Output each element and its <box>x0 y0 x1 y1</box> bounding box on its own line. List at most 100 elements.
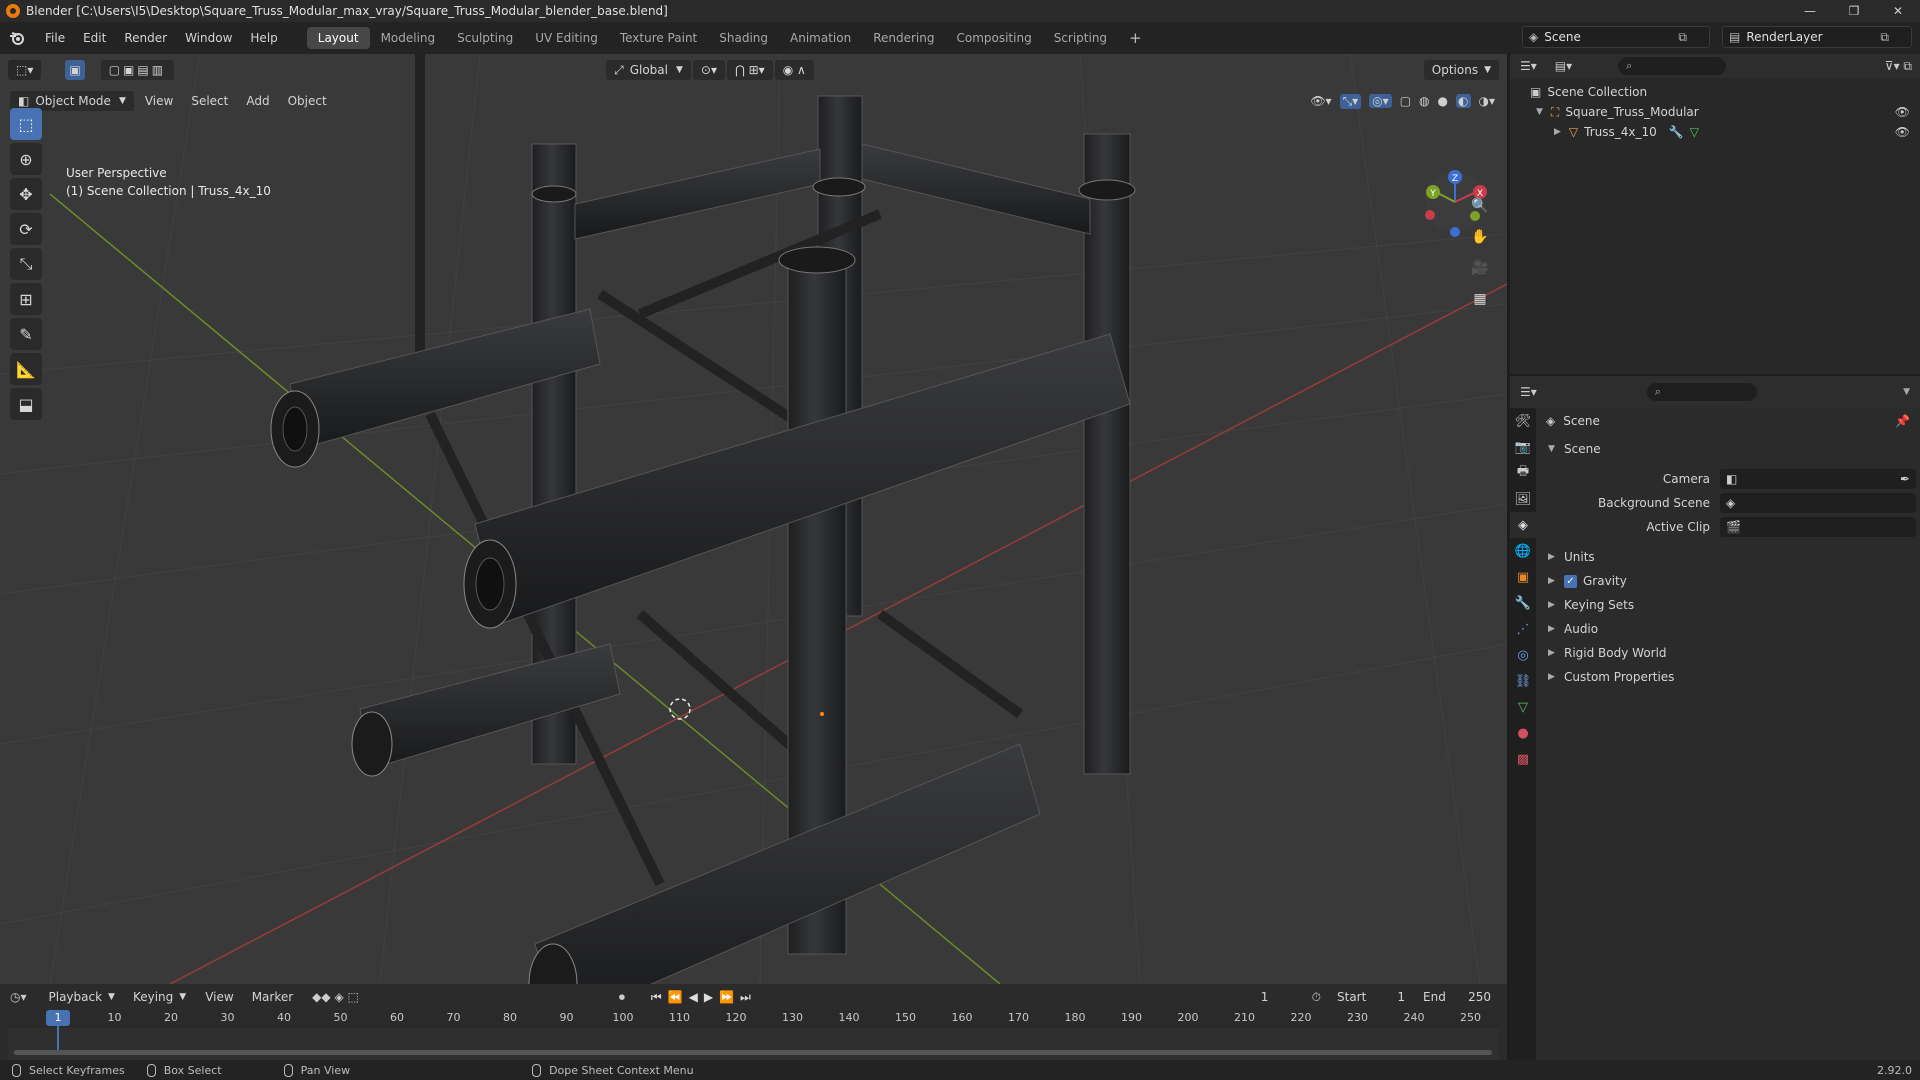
playback-controls[interactable]: ⏮⏪◀▶⏩⏭ <box>651 990 757 1005</box>
zoom-button[interactable]: 🔍 <box>1466 192 1494 220</box>
rendered-shading-icon[interactable]: ◑▾ <box>1479 94 1496 108</box>
scene-selector[interactable]: ◈ Scene ⧉ <box>1522 26 1710 48</box>
new-scene-icon[interactable]: ⧉ <box>1678 30 1687 45</box>
outliner-row-scene-collection[interactable]: ▣ Scene Collection <box>1510 82 1920 102</box>
scale-tool[interactable]: ⤡ <box>10 248 42 280</box>
playhead[interactable]: 1 <box>46 1010 70 1026</box>
move-tool[interactable]: ✥ <box>10 178 42 210</box>
outliner-row-object[interactable]: ▶ ▽ Truss_4x_10 🔧 ▽ 👁 <box>1510 122 1920 142</box>
data-tab[interactable]: ▽ <box>1510 694 1536 720</box>
blender-menu-icon[interactable] <box>8 29 26 47</box>
gravity-checkbox[interactable]: ✓ <box>1564 574 1577 588</box>
tab-layout[interactable]: Layout <box>306 27 370 49</box>
viewport-menu-object[interactable]: Object <box>279 94 336 108</box>
measure-tool[interactable]: 📐 <box>10 353 42 385</box>
start-frame-field[interactable]: Start 1 <box>1329 987 1413 1007</box>
eye-icon[interactable]: 👁 <box>1895 105 1910 119</box>
output-tab[interactable]: 🖶 <box>1510 460 1536 486</box>
render-tab[interactable]: 📷 <box>1510 434 1536 460</box>
active-clip-field[interactable]: 🎬 <box>1720 517 1916 537</box>
add-workspace-button[interactable]: + <box>1118 27 1153 49</box>
constraints-tab[interactable]: ⛓ <box>1510 668 1536 694</box>
view-layer-tab[interactable]: 🖼 <box>1510 486 1536 512</box>
modifier-tab[interactable]: 🔧 <box>1510 590 1536 616</box>
menu-file[interactable]: File <box>36 31 74 45</box>
pin-icon[interactable]: 📌 <box>1895 414 1910 428</box>
menu-window[interactable]: Window <box>176 31 241 45</box>
particles-tab[interactable]: ⋰ <box>1510 616 1536 642</box>
chevron-down-icon[interactable]: ▼ <box>1536 107 1543 117</box>
transform-orientation-dropdown[interactable]: ⤢ Global ▼ <box>606 60 691 80</box>
custom-properties-panel-header[interactable]: ▶ Custom Properties <box>1548 666 1918 688</box>
pan-button[interactable]: ✋ <box>1466 223 1494 251</box>
timeline-scrollbar[interactable] <box>14 1050 1492 1055</box>
snap-toggle[interactable]: ⋂ ⊞▾ <box>726 60 773 80</box>
keyframe-icons[interactable]: ◆◆ ◈ ⬚ <box>312 990 359 1004</box>
solid-shading-icon[interactable]: ● <box>1438 94 1448 108</box>
tool-tab[interactable]: 🛠 <box>1510 408 1536 434</box>
scene-tab[interactable]: ◈ <box>1510 512 1536 538</box>
outliner-row-collection[interactable]: ▼ ⛶ Square_Truss_Modular 👁 <box>1510 102 1920 122</box>
display-mode-icon[interactable]: ▤▾ <box>1555 59 1572 73</box>
select-box-tool[interactable]: ⬚ <box>10 108 42 140</box>
filter-icon[interactable]: ⊽▾ ⧉ <box>1885 59 1912 74</box>
select-mode-button[interactable]: ▣ <box>65 60 85 80</box>
tab-uv-editing[interactable]: UV Editing <box>524 27 609 49</box>
camera-field[interactable]: ◧ ✒ <box>1720 469 1916 489</box>
background-scene-field[interactable]: ◈ <box>1720 493 1916 513</box>
object-tab[interactable]: ▣ <box>1510 564 1536 590</box>
outliner-editor-icon[interactable]: ☰▾ <box>1520 59 1537 73</box>
menu-edit[interactable]: Edit <box>74 31 115 45</box>
tab-texture-paint[interactable]: Texture Paint <box>609 27 708 49</box>
outliner-search-input[interactable]: ⌕ <box>1618 57 1727 75</box>
camera-view-button[interactable]: 🎥 <box>1466 254 1494 282</box>
3d-viewport[interactable]: Z X Y ⬚▾ ▣ ▢▣▤▥ ⤢ Global ▼ ⊙▾ ⋂ ⊞▾ ◉ ∧ O… <box>0 54 1507 984</box>
material-shading-icon[interactable]: ◐ <box>1456 94 1471 108</box>
minimize-button[interactable]: — <box>1788 0 1832 22</box>
proportional-edit-toggle[interactable]: ◉ ∧ <box>774 60 814 80</box>
keying-sets-panel-header[interactable]: ▶ Keying Sets <box>1548 594 1918 616</box>
properties-editor-icon[interactable]: ☰▾ <box>1520 385 1537 399</box>
viewport-menu-add[interactable]: Add <box>237 94 278 108</box>
close-button[interactable]: ✕ <box>1876 0 1920 22</box>
xray-toggle-icon[interactable]: ▢ <box>1400 94 1411 108</box>
units-panel-header[interactable]: ▶ Units <box>1548 546 1918 568</box>
playback-dropdown[interactable]: Playback ▼ <box>40 987 123 1007</box>
audio-panel-header[interactable]: ▶ Audio <box>1548 618 1918 640</box>
record-icon[interactable]: ⏺ <box>619 990 625 1005</box>
texture-tab[interactable]: ▩ <box>1510 746 1536 772</box>
material-tab[interactable]: ● <box>1510 720 1536 746</box>
editor-type-button[interactable]: ⬚▾ <box>8 60 42 80</box>
maximize-button[interactable]: ❐ <box>1832 0 1876 22</box>
physics-tab[interactable]: ◎ <box>1510 642 1536 668</box>
viewport-menu-view[interactable]: View <box>136 94 182 108</box>
eye-icon[interactable]: 👁 <box>1895 125 1910 139</box>
add-cube-tool[interactable]: ⬓ <box>10 388 42 420</box>
tab-animation[interactable]: Animation <box>779 27 862 49</box>
new-view-layer-icon[interactable]: ⧉ <box>1880 30 1889 45</box>
overlay-toggle-icon[interactable]: ◎▾ <box>1369 94 1392 108</box>
stopwatch-icon[interactable]: ⏱ <box>1312 990 1321 1005</box>
tab-scripting[interactable]: Scripting <box>1043 27 1118 49</box>
pivot-dropdown[interactable]: ⊙▾ <box>692 60 725 80</box>
gravity-panel-header[interactable]: ▶ ✓ Gravity <box>1548 570 1918 592</box>
transform-tool[interactable]: ⊞ <box>10 283 42 315</box>
chevron-right-icon[interactable]: ▶ <box>1554 127 1561 137</box>
3d-cursor-icon[interactable] <box>669 698 691 720</box>
cursor-tool[interactable]: ⊕ <box>10 143 42 175</box>
timeline-ruler[interactable]: 1102030405060708090100110120130140150160… <box>8 1010 1498 1060</box>
rotate-tool[interactable]: ⟳ <box>10 213 42 245</box>
wireframe-shading-icon[interactable]: ◍ <box>1419 94 1429 108</box>
select-mode-toggles[interactable]: ▢▣▤▥ <box>100 60 175 80</box>
eyedropper-icon[interactable]: ✒ <box>1900 472 1910 486</box>
tab-modeling[interactable]: Modeling <box>370 27 447 49</box>
tab-sculpting[interactable]: Sculpting <box>446 27 524 49</box>
tab-rendering[interactable]: Rendering <box>862 27 945 49</box>
keying-dropdown[interactable]: Keying ▼ <box>124 987 195 1007</box>
gizmo-toggle-icon[interactable]: ⤡▾ <box>1339 93 1362 109</box>
ortho-toggle-button[interactable]: ▦ <box>1466 285 1494 313</box>
menu-render[interactable]: Render <box>115 31 176 45</box>
tab-shading[interactable]: Shading <box>708 27 779 49</box>
current-frame-field[interactable]: 1 <box>1227 987 1302 1007</box>
timeline-menu-marker[interactable]: Marker <box>243 990 302 1004</box>
